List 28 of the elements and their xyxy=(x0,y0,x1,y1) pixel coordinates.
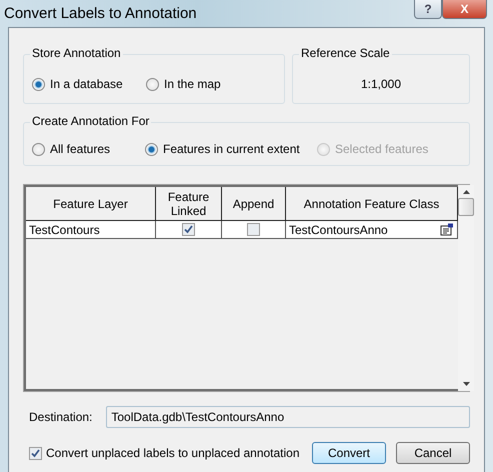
group-title: Create Annotation For xyxy=(30,114,152,128)
field-label: Destination: xyxy=(29,410,92,424)
radio-label[interactable]: All features xyxy=(50,142,110,156)
radio-label[interactable]: In a database xyxy=(50,77,123,91)
properties-icon[interactable] xyxy=(440,223,454,236)
destination-field[interactable]: ToolData.gdb\TestContoursAnno xyxy=(106,406,470,428)
checkbox[interactable] xyxy=(182,223,195,236)
scroll-thumb[interactable] xyxy=(458,198,474,216)
help-button[interactable]: ? xyxy=(414,0,442,19)
cell-text: TestContoursAnno xyxy=(289,222,388,236)
checkbox[interactable] xyxy=(29,446,42,460)
table-cell: TestContours xyxy=(26,221,156,239)
checkbox[interactable] xyxy=(247,223,260,236)
scroll-down-icon[interactable] xyxy=(462,382,470,386)
group-title: Reference Scale xyxy=(299,46,392,60)
scale-value: 1:1,000 xyxy=(360,77,402,91)
radio-button[interactable] xyxy=(32,78,45,90)
radio-button[interactable] xyxy=(145,142,158,156)
radio-button[interactable] xyxy=(32,142,45,156)
checkbox-label[interactable]: Convert unplaced labels to unplaced annotation xyxy=(29,446,312,460)
convert-button[interactable]: Convert xyxy=(312,442,386,464)
scroll-up-icon[interactable] xyxy=(462,190,470,194)
radio-label[interactable]: In the map xyxy=(164,77,221,91)
radio-button[interactable] xyxy=(146,78,159,90)
window-title: Convert Labels to Annotation xyxy=(4,5,197,22)
radio-label[interactable]: Features in current extent xyxy=(163,142,300,156)
group-title: Store Annotation xyxy=(30,46,123,60)
cancel-button[interactable]: Cancel xyxy=(396,442,470,464)
